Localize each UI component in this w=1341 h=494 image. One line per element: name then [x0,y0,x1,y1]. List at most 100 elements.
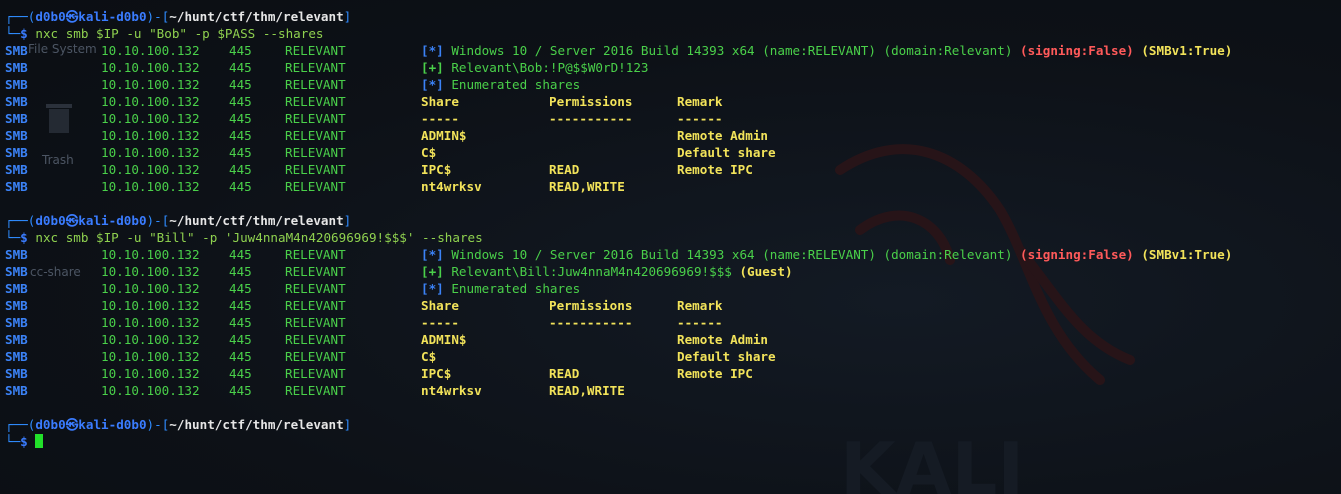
prompt-corner-bottom: └─ [5,230,21,245]
hostname: RELEVANT [285,366,346,381]
prompt-line: ┌──(d0b0㉿kali-d0b0)-[~/hunt/ctf/thm/rele… [5,416,1341,433]
ip-address: 10.10.100.132 [101,247,200,262]
port-number: 445 [229,247,252,262]
ip-address: 10.10.100.132 [101,264,200,279]
prompt-bracket-close: ] [343,417,352,432]
prompt-host: kali-d0b0 [78,213,147,228]
credential-text: Relevant\Bill:Juw4nnaM4n420696969!$$$ [451,264,740,279]
output-line: SMB 10.10.100.132 445 RELEVANT [+] Relevant\… [5,263,1341,280]
port-number: 445 [229,128,252,143]
status-star: [*] [421,281,444,296]
ip-address: 10.10.100.132 [101,162,200,177]
ip-address: 10.10.100.132 [101,383,200,398]
output-line: SMB 10.10.100.132 445 RELEVANT nt4wrksv READ,… [5,178,1341,195]
command-text[interactable]: nxc smb $IP -u "Bill" -p 'Juw4nnaM4n4206… [35,230,482,245]
share-name: nt4wrksv [421,383,482,398]
info-message: [*] Windows 10 / Server 2016 Build 14393… [421,246,1232,263]
protocol-label: SMB [5,43,28,58]
info-message: [*] Windows 10 / Server 2016 Build 14393… [421,42,1232,59]
protocol-label: SMB [5,145,28,160]
hostname: RELEVANT [285,60,346,75]
prompt-paren-close: )-[ [146,417,170,432]
signing-flag: (signing:False) [1020,247,1134,262]
share-remark: Remote Admin [677,332,768,347]
ip-address: 10.10.100.132 [101,60,200,75]
output-line: SMB 10.10.100.132 445 RELEVANT nt4wrksv READ,… [5,382,1341,399]
credential-text: Relevant\Bob:!P@$$W0rD!123 [451,60,649,75]
share-name: ----- [421,315,459,330]
command-line[interactable]: └─$ nxc smb $IP -u "Bob" -p $PASS --shar… [5,25,1341,42]
hostname: RELEVANT [285,94,346,109]
command-line[interactable]: └─$ [5,433,1341,450]
prompt-at: ㉿ [65,9,79,24]
share-name: ADMIN$ [421,332,467,347]
command-line[interactable]: └─$ nxc smb $IP -u "Bill" -p 'Juw4nnaM4n… [5,229,1341,246]
prompt-corner-top: ┌── [5,417,28,432]
ip-address: 10.10.100.132 [101,145,200,160]
status-star: [*] [421,247,444,262]
port-number: 445 [229,349,252,364]
port-number: 445 [229,264,252,279]
hostname: RELEVANT [285,247,346,262]
terminal-output[interactable]: ┌──(d0b0㉿kali-d0b0)-[~/hunt/ctf/thm/rele… [5,8,1341,450]
ip-address: 10.10.100.132 [101,315,200,330]
guest-flag: (Guest) [739,264,793,279]
info-text: Windows 10 / Server 2016 Build 14393 x64… [451,43,1020,58]
status-text: Enumerated shares [451,281,581,296]
protocol-label: SMB [5,179,28,194]
ip-address: 10.10.100.132 [101,179,200,194]
hostname: RELEVANT [285,264,346,279]
output-line: SMB 10.10.100.132 445 RELEVANT ADMIN$ Remote … [5,331,1341,348]
status-star: [*] [421,43,444,58]
status-plus: [+] [421,60,444,75]
hostname: RELEVANT [285,162,346,177]
prompt-corner-bottom: └─ [5,434,21,449]
hostname: RELEVANT [285,315,346,330]
prompt-user: d0b0 [35,213,66,228]
prompt-user: d0b0 [35,9,66,24]
prompt-corner-bottom: └─ [5,26,21,41]
output-line: SMB 10.10.100.132 445 RELEVANT ----- --------… [5,314,1341,331]
command-text[interactable]: nxc smb $IP -u "Bob" -p $PASS --shares [35,26,323,41]
share-remark: Remark [677,94,723,109]
status-text: Enumerated shares [451,77,581,92]
hostname: RELEVANT [285,43,346,58]
status-plus: [+] [421,264,444,279]
terminal-cursor[interactable] [35,434,44,448]
prompt-line: ┌──(d0b0㉿kali-d0b0)-[~/hunt/ctf/thm/rele… [5,212,1341,229]
protocol-label: SMB [5,162,28,177]
share-remark: ------ [677,111,723,126]
ip-address: 10.10.100.132 [101,111,200,126]
auth-message: [+] Relevant\Bill:Juw4nnaM4n420696969!$$… [421,263,793,280]
share-permissions: READ,WRITE [549,179,625,194]
hostname: RELEVANT [285,349,346,364]
protocol-label: SMB [5,128,28,143]
prompt-host: kali-d0b0 [78,417,147,432]
ip-address: 10.10.100.132 [101,298,200,313]
protocol-label: SMB [5,315,28,330]
protocol-label: SMB [5,281,28,296]
prompt-paren-close: )-[ [146,9,170,24]
output-line: SMB 10.10.100.132 445 RELEVANT C$ Default sha… [5,144,1341,161]
share-permissions: READ [549,162,580,177]
prompt-user: d0b0 [35,417,66,432]
port-number: 445 [229,179,252,194]
share-remark: ------ [677,315,723,330]
output-line: SMB 10.10.100.132 445 RELEVANT IPC$ READ Remot… [5,365,1341,382]
port-number: 445 [229,298,252,313]
prompt-path: ~/hunt/ctf/thm/relevant [169,9,344,24]
hostname: RELEVANT [285,111,346,126]
share-name: ----- [421,111,459,126]
status-star: [*] [421,77,444,92]
port-number: 445 [229,77,252,92]
auth-message: [+] Relevant\Bob:!P@$$W0rD!123 [421,59,648,76]
port-number: 445 [229,60,252,75]
prompt-corner-top: ┌── [5,9,28,24]
output-line: SMB 10.10.100.132 445 RELEVANT [*] Enumerate… [5,280,1341,297]
prompt-dollar: $ [20,434,28,449]
protocol-label: SMB [5,349,28,364]
ip-address: 10.10.100.132 [101,128,200,143]
